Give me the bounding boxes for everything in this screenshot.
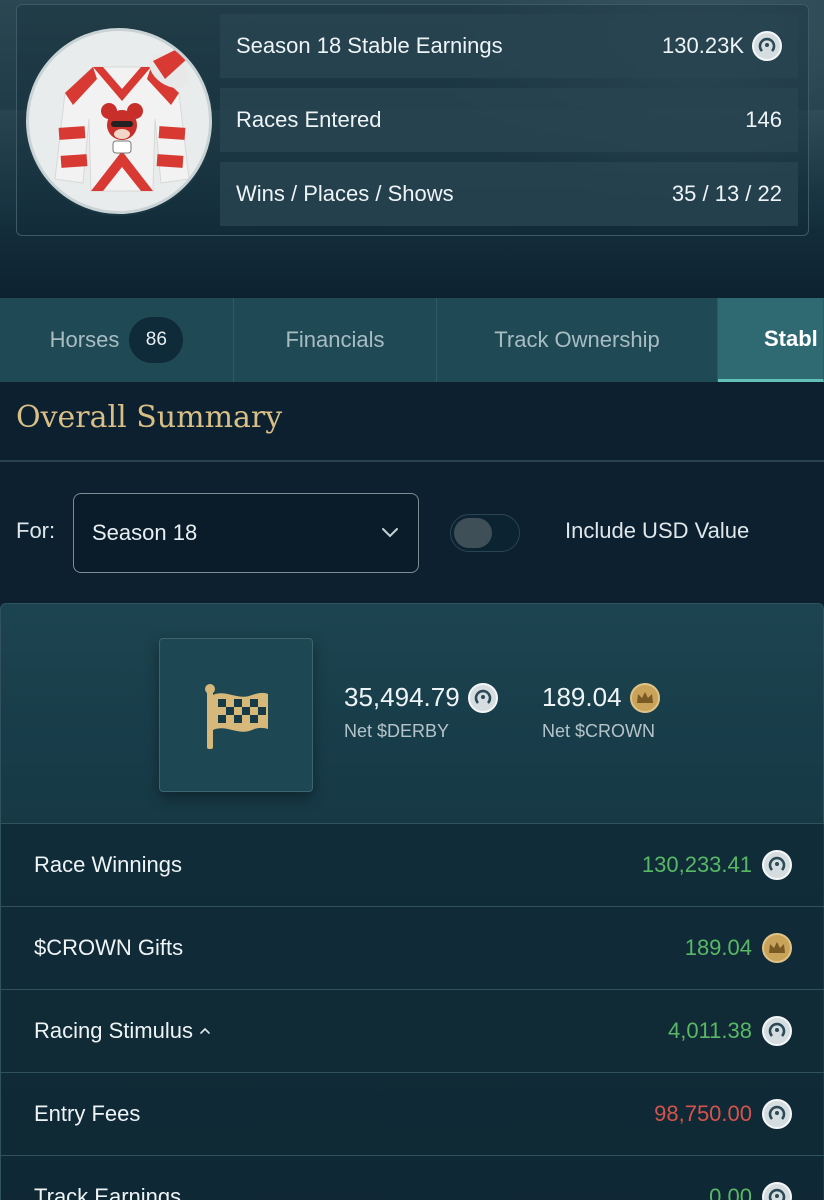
derby-coin-icon [467, 682, 498, 713]
for-label: For: [16, 518, 56, 543]
row-amount: 4,011.38 [667, 1018, 752, 1043]
tab-label: Track Ownership [494, 327, 660, 352]
stable-tabs: Horses 86 Financials Track Ownership Sta… [0, 298, 824, 382]
avatar[interactable] [26, 28, 212, 214]
derby-coin-icon [762, 1182, 792, 1200]
jockey-silks-icon [54, 49, 190, 192]
stat-label: Season 18 Stable Earnings [236, 33, 503, 58]
crown-coin-icon [762, 933, 792, 963]
row-label: $CROWN Gifts [34, 935, 184, 960]
derby-coin-icon [762, 850, 792, 880]
divider [0, 460, 824, 462]
season-select[interactable]: Season 18 [73, 493, 419, 573]
toggle-knob [454, 518, 492, 548]
net-crown-label: Net $CROWN [542, 721, 656, 741]
net-derby-label: Net $DERBY [344, 721, 450, 741]
net-derby-amount: 35,494.79 [344, 682, 460, 712]
row-value: 4,011.38 [668, 1016, 792, 1046]
tab-label: Stabl [764, 325, 818, 351]
tab-track-ownership[interactable]: Track Ownership [437, 298, 718, 382]
crown-coin-icon [629, 682, 660, 713]
row-label: Racing Stimulus [34, 1018, 193, 1043]
chevron-down-icon [382, 528, 398, 538]
chevron-up-icon[interactable] [199, 1027, 211, 1035]
tab-label: Horses [49, 327, 120, 352]
stat-wins-places-shows: Wins / Places / Shows 35 / 13 / 22 [220, 162, 798, 226]
net-crown-value: 189.04 [542, 682, 660, 713]
tab-horses[interactable]: Horses 86 [0, 298, 234, 382]
derby-coin-icon [762, 1016, 792, 1046]
row-label-wrap: Racing Stimulus [34, 1018, 211, 1044]
include-usd-label: Include USD Value [565, 518, 750, 543]
list-item-racing-stimulus[interactable]: Racing Stimulus 4,011.38 [1, 989, 824, 1072]
stat-value: 146 [745, 107, 782, 132]
row-value: 189.04 [685, 933, 792, 963]
flag-tile [159, 638, 313, 792]
row-label: Race Winnings [34, 852, 182, 877]
stable-header: Season 18 Stable Earnings 130.23K Races … [0, 0, 824, 298]
stat-label: Races Entered [236, 107, 382, 132]
row-amount: 0.00 [709, 1184, 752, 1200]
horse-count-badge: 86 [129, 317, 184, 363]
row-value: 130,233.41 [642, 850, 792, 880]
page-title: Overall Summary [16, 400, 283, 435]
tab-financials[interactable]: Financials [234, 298, 437, 382]
net-derby-value: 35,494.79 [344, 682, 498, 713]
summary-panel: 35,494.79 Net $DERBY 189.04 Net $CROWN R… [0, 603, 824, 1200]
net-crown: 189.04 Net $CROWN [542, 682, 660, 742]
derby-coin-icon [752, 31, 782, 61]
derby-coin-icon [762, 1099, 792, 1129]
net-crown-amount: 189.04 [542, 682, 622, 712]
row-value: 0.00 [709, 1182, 792, 1200]
list-item-track-earnings[interactable]: Track Earnings 0.00 [1, 1155, 824, 1200]
row-amount: 98,750.00 [654, 1101, 752, 1126]
tab-label: Financials [285, 327, 385, 352]
include-usd-toggle[interactable] [450, 514, 520, 552]
stat-label: Wins / Places / Shows [236, 181, 454, 206]
checkered-flag-icon [205, 684, 268, 749]
list-item-entry-fees[interactable]: Entry Fees 98,750.00 [1, 1072, 824, 1155]
stat-value: 35 / 13 / 22 [671, 181, 782, 206]
stat-value: 130.23K [662, 31, 782, 61]
net-derby: 35,494.79 Net $DERBY [344, 682, 498, 742]
row-value: 98,750.00 [654, 1099, 792, 1129]
season-select-value: Season 18 [92, 520, 198, 545]
list-item-crown-gifts[interactable]: $CROWN Gifts 189.04 [1, 906, 824, 989]
row-label: Entry Fees [34, 1101, 141, 1126]
row-amount: 189.04 [684, 935, 752, 960]
stat-season-earnings: Season 18 Stable Earnings 130.23K [220, 14, 798, 78]
stat-value-text: 130.23K [662, 33, 744, 58]
list-item-race-winnings[interactable]: Race Winnings 130,233.41 [1, 823, 824, 906]
tab-stable[interactable]: Stabl [718, 298, 824, 382]
stat-races-entered: Races Entered 146 [220, 88, 798, 152]
row-label: Track Earnings [34, 1184, 182, 1200]
row-amount: 130,233.41 [641, 852, 752, 877]
